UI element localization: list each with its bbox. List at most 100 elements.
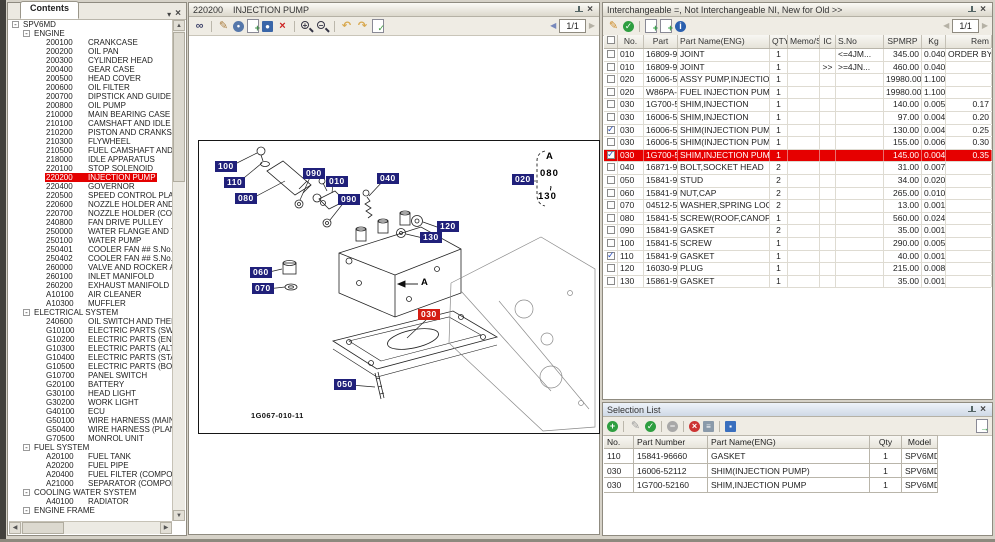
pin-icon[interactable] xyxy=(574,5,583,15)
row-checkbox[interactable] xyxy=(607,277,615,285)
tree-item-260000[interactable]: 260000VALVE AND ROCKER ARM xyxy=(10,263,172,272)
row-checkbox[interactable] xyxy=(607,264,615,272)
tree-node-engine[interactable]: -ENGINE xyxy=(10,29,172,38)
row-checkbox[interactable] xyxy=(607,63,615,71)
tree-node-fuel-system[interactable]: -FUEL SYSTEM xyxy=(10,443,172,452)
tree-vscroll-thumb[interactable] xyxy=(173,32,185,182)
diagram-callout-090[interactable]: 090 xyxy=(338,194,360,205)
selection-column-header-part-number[interactable]: Part Number xyxy=(634,436,708,449)
tree-item-200200[interactable]: 200200OIL PAN xyxy=(10,47,172,56)
tree-node-electrical-system[interactable]: -ELECTRICAL SYSTEM xyxy=(10,308,172,317)
parts-table-row[interactable]: 06015841-92...NUT,CAP2265.000.010 xyxy=(604,188,991,201)
diagram-callout-030[interactable]: 030 xyxy=(418,309,440,320)
diagram-callout-020[interactable]: 020 xyxy=(512,174,534,185)
tree-item-200800[interactable]: 200800OIL PUMP xyxy=(10,101,172,110)
tree-item-210300[interactable]: 210300FLYWHEEL xyxy=(10,137,172,146)
tree-item-200300[interactable]: 200300CYLINDER HEAD xyxy=(10,56,172,65)
tree-item-220700[interactable]: 220700NOZZLE HOLDER (COMPONENT xyxy=(10,209,172,218)
parts-table-row[interactable]: 08015841-51...SCREW(ROOF,CANOPY)1560.000… xyxy=(604,213,991,226)
tree-item-G30200[interactable]: G30200WORK LIGHT xyxy=(10,398,172,407)
parts-table-row[interactable]: 03016006-52...SHIM(INJECTION PUMP)1155.0… xyxy=(604,137,991,150)
tree-item-220500[interactable]: 220500SPEED CONTROL PLATE xyxy=(10,191,172,200)
row-checkbox[interactable] xyxy=(607,201,615,209)
export-selection-icon[interactable]: → xyxy=(976,419,988,433)
tree-item-220200[interactable]: 220200INJECTION PUMP xyxy=(10,173,172,182)
delete-item-icon[interactable]: × xyxy=(689,421,700,432)
tree-item-G30100[interactable]: G30100HEAD LIGHT xyxy=(10,389,172,398)
parts-table-row[interactable]: 13015861-96...GASKET135.000.001 xyxy=(604,276,991,289)
row-checkbox[interactable] xyxy=(607,189,615,197)
tree-item-G40100[interactable]: G40100ECU xyxy=(10,407,172,416)
zoom-out-icon[interactable]: − xyxy=(316,20,329,33)
save-image-icon[interactable]: ✓ xyxy=(372,19,384,33)
selection-column-header-part-name-eng-[interactable]: Part Name(ENG) xyxy=(708,436,870,449)
parts-table-row[interactable]: 05015841-91...STUD234.000.020 xyxy=(604,175,991,188)
tree-item-A20400[interactable]: A20400FUEL FILTER (COMPONENT PAR xyxy=(10,470,172,479)
expand-collapse-icon[interactable]: - xyxy=(23,444,30,451)
parts-table-row[interactable]: 10015841-51...SCREW1290.000.005 xyxy=(604,238,991,251)
tree-item-210000[interactable]: 210000MAIN BEARING CASE xyxy=(10,110,172,119)
expand-collapse-icon[interactable]: - xyxy=(23,309,30,316)
column-header-spmrp[interactable]: SPMRP xyxy=(884,35,922,48)
add-page-to-list-icon[interactable]: + xyxy=(645,19,657,33)
selection-table-row[interactable]: 0301G700-52160SHIM,INJECTION PUMP1SPV6MD xyxy=(604,478,938,493)
scroll-down-icon[interactable]: ▼ xyxy=(173,510,185,521)
tree-item-240800[interactable]: 240800FAN DRIVE PULLEY xyxy=(10,218,172,227)
search-binoculars-icon[interactable]: ∞ xyxy=(193,20,206,33)
tree-item-200600[interactable]: 200600OIL FILTER xyxy=(10,83,172,92)
parts-table-row[interactable]: 0301G700-52...SHIM,INJECTION1140.000.005… xyxy=(604,99,991,112)
save-list-icon[interactable]: ▪ xyxy=(725,421,736,432)
parts-table-row[interactable]: 01016809-95...JOINT1>>>=4JN...460.000.04… xyxy=(604,62,991,75)
tree-item-G10500[interactable]: G10500ELECTRIC PARTS (BODY) xyxy=(10,362,172,371)
tree-item-220600[interactable]: 220600NOZZLE HOLDER AND GLOW PL xyxy=(10,200,172,209)
tree-item-G10300[interactable]: G10300ELECTRIC PARTS (ALTERNATOR xyxy=(10,344,172,353)
tree-item-220400[interactable]: 220400GOVERNOR xyxy=(10,182,172,191)
parts-table-row[interactable]: 01016809-95...JOINT1<=4JM...345.000.040O… xyxy=(604,49,991,62)
tree-item-G10400[interactable]: G10400ELECTRIC PARTS (STARTER CO xyxy=(10,353,172,362)
row-checkbox[interactable] xyxy=(607,50,615,58)
tree-item-A40100[interactable]: A40100RADIATOR xyxy=(10,497,172,506)
tree-item-G10100[interactable]: G10100ELECTRIC PARTS (SWITCH) xyxy=(10,326,172,335)
tree-item-210500[interactable]: 210500FUEL CAMSHAFT AND GOVERNO xyxy=(10,146,172,155)
parts-table-row[interactable]: 02016006-51...ASSY PUMP,INJECTION119980.… xyxy=(604,74,991,87)
select-all-checkbox[interactable] xyxy=(607,36,615,44)
hotspot-view-icon[interactable]: • xyxy=(233,21,244,32)
tree-item-A20200[interactable]: A20200FUEL PIPE xyxy=(10,461,172,470)
tree-item-200700[interactable]: 200700DIPSTICK AND GUIDE xyxy=(10,92,172,101)
tree-item-A10100[interactable]: A10100AIR CLEANER xyxy=(10,290,172,299)
column-header-part[interactable]: Part xyxy=(644,35,678,48)
row-checkbox[interactable] xyxy=(607,113,615,121)
prev-page-arrow-icon[interactable]: ◀ xyxy=(943,21,949,31)
diagram-callout-010[interactable]: 010 xyxy=(326,176,348,187)
selection-column-header-qty[interactable]: Qty xyxy=(870,436,902,449)
parts-table-row[interactable]: 04016871-91...BOLT,SOCKET HEAD231.000.00… xyxy=(604,162,991,175)
fit-window-icon[interactable]: + xyxy=(247,19,259,33)
parts-table-row[interactable]: 020W86PA-5...FUEL INJECTION PUMP119980.0… xyxy=(604,87,991,100)
selection-close-icon[interactable]: × xyxy=(978,405,988,415)
tree-item-260100[interactable]: 260100INLET MANIFOLD xyxy=(10,272,172,281)
tree-item-G10200[interactable]: G10200ELECTRIC PARTS (ENGINE) xyxy=(10,335,172,344)
add-item-icon[interactable]: + xyxy=(607,421,618,432)
column-header-memo-s[interactable]: Memo/S xyxy=(788,35,820,48)
tree-item-A20100[interactable]: A20100FUEL TANK xyxy=(10,452,172,461)
prev-page-arrow-icon[interactable]: ◀ xyxy=(550,21,556,31)
tree-item-G50400[interactable]: G50400WIRE HARNESS (PLANTING) xyxy=(10,425,172,434)
add-all-to-list-icon[interactable]: + xyxy=(660,19,672,33)
tree-item-A21000[interactable]: A21000SEPARATOR (COMPONENT PAR xyxy=(10,479,172,488)
row-checkbox[interactable] xyxy=(607,214,615,222)
edit-item-icon[interactable]: ✎ xyxy=(629,420,642,433)
row-checkbox[interactable] xyxy=(607,176,615,184)
diagram-callout-110[interactable]: 110 xyxy=(224,177,245,188)
row-checkbox[interactable] xyxy=(607,151,615,159)
row-checkbox[interactable] xyxy=(607,226,615,234)
tree-item-218000[interactable]: 218000IDLE APPARATUS xyxy=(10,155,172,164)
row-checkbox[interactable] xyxy=(607,100,615,108)
diagram-callout-060[interactable]: 060 xyxy=(250,267,272,278)
parts-table-row[interactable]: 0301G700-52...SHIM,INJECTION PUMP1145.00… xyxy=(604,150,991,163)
tree-item-260200[interactable]: 260200EXHAUST MANIFOLD xyxy=(10,281,172,290)
row-checkbox[interactable] xyxy=(607,88,615,96)
parts-table-row[interactable]: 07004512-50...WASHER,SPRING LOCK213.000.… xyxy=(604,200,991,213)
tree-item-210200[interactable]: 210200PISTON AND CRANKSHAFT xyxy=(10,128,172,137)
tree-node-engine-frame[interactable]: -ENGINE FRAME xyxy=(10,506,172,515)
diagram-callout-080[interactable]: 080 xyxy=(235,193,257,204)
